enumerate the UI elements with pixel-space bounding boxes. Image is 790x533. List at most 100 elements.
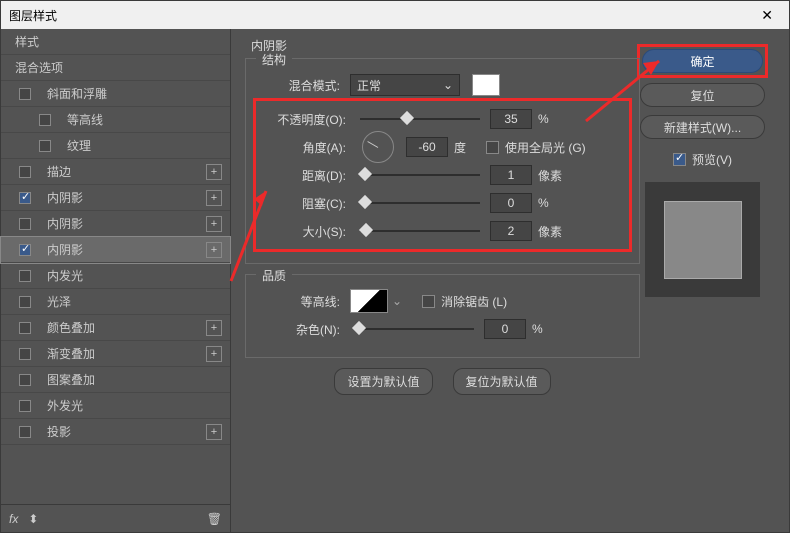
new-style-button[interactable]: 新建样式(W)... xyxy=(640,115,765,139)
reset-default-button[interactable]: 复位为默认值 xyxy=(453,368,551,395)
style-item-12[interactable]: 外发光 xyxy=(1,393,230,419)
style-checkbox[interactable] xyxy=(39,140,51,152)
choke-label: 阻塞(C): xyxy=(262,195,350,212)
fx-icon[interactable]: fx xyxy=(9,512,18,526)
trash-icon[interactable]: 🗑 xyxy=(207,512,222,526)
style-checkbox[interactable] xyxy=(19,88,31,100)
style-label: 内阴影 xyxy=(47,215,83,232)
dialog-title: 图层样式 xyxy=(9,7,57,24)
preview-swatch xyxy=(664,201,742,279)
style-item-5[interactable]: 内阴影 + xyxy=(1,211,230,237)
up-down-icon[interactable]: ⬍ xyxy=(28,512,38,526)
global-light-label: 使用全局光 (G) xyxy=(505,139,586,156)
plus-icon[interactable]: + xyxy=(206,320,222,336)
style-checkbox[interactable] xyxy=(19,348,31,360)
sidebar-styles-header[interactable]: 样式 xyxy=(1,29,230,55)
size-label: 大小(S): xyxy=(262,223,350,240)
noise-input[interactable] xyxy=(484,319,526,339)
blend-mode-select[interactable]: 正常 ⌄ xyxy=(350,74,460,96)
antialias-label: 消除锯齿 (L) xyxy=(441,293,507,310)
style-item-7[interactable]: 内发光 xyxy=(1,263,230,289)
structure-fieldset: 结构 混合模式: 正常 ⌄ 不透明度(O): xyxy=(245,58,640,264)
style-label: 纹理 xyxy=(67,137,91,154)
layer-style-dialog: 图层样式 ✕ 样式 混合选项 斜面和浮雕等高线纹理描边+ 内阴影 + 内阴影 + 内阴影 +… xyxy=(0,0,790,533)
ok-button[interactable]: 确定 xyxy=(642,49,763,73)
style-item-0[interactable]: 斜面和浮雕 xyxy=(1,81,230,107)
panel-title: 内阴影 xyxy=(245,37,640,54)
style-checkbox[interactable] xyxy=(19,270,31,282)
distance-label: 距离(D): xyxy=(262,167,350,184)
distance-slider[interactable] xyxy=(360,174,480,176)
style-checkbox[interactable] xyxy=(19,374,31,386)
style-label: 外发光 xyxy=(47,397,83,414)
contour-label: 等高线: xyxy=(256,293,344,310)
style-checkbox[interactable] xyxy=(19,192,31,204)
sidebar-blending-header[interactable]: 混合选项 xyxy=(1,55,230,81)
style-checkbox[interactable] xyxy=(19,218,31,230)
style-item-6[interactable]: 内阴影 + xyxy=(1,237,230,263)
size-input[interactable] xyxy=(490,221,532,241)
angle-input[interactable] xyxy=(406,137,448,157)
plus-icon[interactable]: + xyxy=(206,164,222,180)
style-label: 颜色叠加 xyxy=(47,319,95,336)
style-item-1[interactable]: 等高线 xyxy=(1,107,230,133)
style-checkbox[interactable] xyxy=(19,400,31,412)
style-label: 投影 xyxy=(47,423,71,440)
quality-fieldset: 品质 等高线: ⌄ 消除锯齿 (L) 杂色(N): % xyxy=(245,274,640,358)
style-item-11[interactable]: 图案叠加 xyxy=(1,367,230,393)
chevron-down-icon: ⌄ xyxy=(443,78,453,92)
style-checkbox[interactable] xyxy=(19,244,31,256)
style-checkbox[interactable] xyxy=(39,114,51,126)
chevron-down-icon[interactable]: ⌄ xyxy=(392,294,402,308)
style-item-9[interactable]: 颜色叠加 + xyxy=(1,315,230,341)
structure-label: 结构 xyxy=(256,51,292,68)
noise-slider[interactable] xyxy=(354,328,474,330)
color-swatch[interactable] xyxy=(472,74,500,96)
distance-input[interactable] xyxy=(490,165,532,185)
preview-checkbox[interactable] xyxy=(673,153,686,166)
style-item-10[interactable]: 渐变叠加 + xyxy=(1,341,230,367)
style-label: 等高线 xyxy=(67,111,103,128)
preview-label: 预览(V) xyxy=(692,151,732,168)
style-label: 渐变叠加 xyxy=(47,345,95,362)
choke-input[interactable] xyxy=(490,193,532,213)
angle-label: 角度(A): xyxy=(262,139,350,156)
plus-icon[interactable]: + xyxy=(206,424,222,440)
size-slider[interactable] xyxy=(360,230,480,232)
style-checkbox[interactable] xyxy=(19,296,31,308)
plus-icon[interactable]: + xyxy=(206,216,222,232)
style-label: 内阴影 xyxy=(47,241,83,258)
opacity-input[interactable] xyxy=(490,109,532,129)
plus-icon[interactable]: + xyxy=(206,242,222,258)
style-label: 内发光 xyxy=(47,267,83,284)
quality-label: 品质 xyxy=(256,267,292,284)
global-light-checkbox[interactable] xyxy=(486,141,499,154)
make-default-button[interactable]: 设置为默认值 xyxy=(334,368,432,395)
angle-dial[interactable] xyxy=(362,131,394,163)
noise-label: 杂色(N): xyxy=(256,321,344,338)
close-icon[interactable]: ✕ xyxy=(753,7,781,24)
plus-icon[interactable]: + xyxy=(206,190,222,206)
contour-picker[interactable] xyxy=(350,289,388,313)
style-item-4[interactable]: 内阴影 + xyxy=(1,185,230,211)
style-item-13[interactable]: 投影 + xyxy=(1,419,230,445)
preview-box xyxy=(645,182,760,297)
style-item-2[interactable]: 纹理 xyxy=(1,133,230,159)
style-item-8[interactable]: 光泽 xyxy=(1,289,230,315)
style-checkbox[interactable] xyxy=(19,322,31,334)
style-label: 内阴影 xyxy=(47,189,83,206)
opacity-slider[interactable] xyxy=(360,118,480,120)
opacity-label: 不透明度(O): xyxy=(262,111,350,128)
sidebar-footer: fx ⬍ 🗑 xyxy=(1,504,230,532)
cancel-button[interactable]: 复位 xyxy=(640,83,765,107)
style-checkbox[interactable] xyxy=(19,166,31,178)
style-label: 斜面和浮雕 xyxy=(47,85,107,102)
choke-slider[interactable] xyxy=(360,202,480,204)
settings-panel: 内阴影 结构 混合模式: 正常 ⌄ 不透明度(O): xyxy=(245,37,640,524)
style-item-3[interactable]: 描边+ xyxy=(1,159,230,185)
plus-icon[interactable]: + xyxy=(206,346,222,362)
antialias-checkbox[interactable] xyxy=(422,295,435,308)
style-checkbox[interactable] xyxy=(19,426,31,438)
sidebar: 样式 混合选项 斜面和浮雕等高线纹理描边+内阴影+内阴影+内阴影+内发光光泽颜色… xyxy=(1,29,231,532)
titlebar: 图层样式 ✕ xyxy=(1,1,789,29)
